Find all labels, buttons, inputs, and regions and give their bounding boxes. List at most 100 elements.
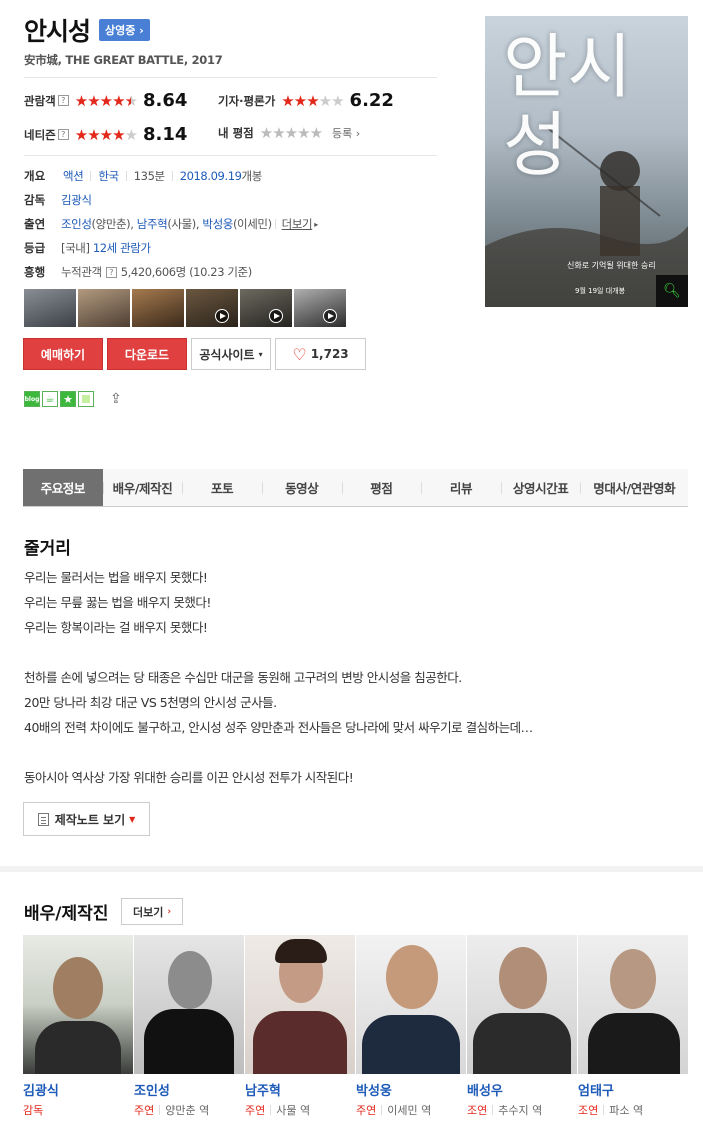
production-note-button[interactable]: 제작노트 보기 ▼ — [23, 802, 150, 836]
cast-more-link[interactable]: 더보기 — [282, 216, 313, 232]
genre-link[interactable]: 액션 — [63, 168, 84, 184]
person-photo[interactable] — [23, 935, 133, 1074]
info-key: 흥행 — [24, 265, 46, 279]
tab-review[interactable]: 리뷰 — [421, 469, 501, 506]
person-photo[interactable] — [578, 935, 688, 1074]
star-icon: ★ — [99, 125, 113, 144]
still-thumbnail[interactable] — [132, 289, 184, 327]
person-name[interactable]: 남주혁 — [245, 1080, 356, 1099]
synopsis-line: 20만 당나라 최강 대군 VS 5천명의 안시성 군사들. — [24, 695, 277, 710]
heart-icon: ♡ — [292, 344, 307, 364]
reserve-button[interactable]: 예매하기 — [23, 338, 103, 370]
director-link[interactable]: 김광식 — [61, 192, 92, 208]
person-name[interactable]: 조인성 — [134, 1080, 245, 1099]
title-row: 안시성 상영중 › — [24, 12, 150, 48]
play-icon — [215, 309, 229, 323]
synopsis-line: 우리는 무릎 꿇는 법을 배우지 못했다! — [24, 595, 211, 610]
grade-link[interactable]: 12세 관람가 — [93, 240, 151, 256]
tab-photo[interactable]: 포토 — [182, 469, 262, 506]
memo-icon[interactable] — [78, 391, 94, 407]
synopsis-line: 40배의 전력 차이에도 불구하고, 안시성 성주 양만춘과 전사들은 당나라에… — [24, 720, 533, 735]
video-thumbnail[interactable] — [186, 289, 238, 327]
cast-card[interactable]: 박성웅 주연 이세민 역 — [356, 935, 467, 1118]
movie-poster[interactable]: 안시성 신화로 기억될 위대한 승리 9월 19일 대개봉 🔍︎ — [485, 16, 688, 307]
star-icon: ★ — [87, 125, 100, 144]
person-photo[interactable] — [467, 935, 577, 1074]
tab-cast-crew[interactable]: 배우/제작진 — [102, 469, 183, 506]
info-director: 감독 김광식 — [24, 188, 318, 212]
synopsis-line: 동아시아 역사상 가장 위대한 승리를 이끈 안시성 전투가 시작된다! — [24, 770, 354, 785]
cafe-icon[interactable]: ☕ — [42, 391, 58, 407]
cast-link[interactable]: 조인성 — [61, 216, 92, 232]
star-icon: ★ — [318, 91, 332, 110]
info-key: 개요 — [24, 169, 46, 183]
grade-prefix: [국내] — [61, 241, 90, 255]
tab-quotes-related[interactable]: 명대사/연관영화 — [580, 469, 688, 506]
critic-score: 6.22 — [349, 90, 394, 111]
person-photo[interactable] — [134, 935, 244, 1074]
star-icon: ★ — [99, 91, 113, 110]
audience-score: 8.64 — [143, 90, 188, 111]
tab-main-info[interactable]: 주요정보 — [23, 469, 103, 506]
video-thumbnail[interactable] — [294, 289, 346, 327]
movie-info: 개요 액션 한국 135분 2018.09.19 개봉 감독 김광식 출연 조인… — [24, 164, 318, 284]
synopsis-line — [24, 740, 533, 765]
person-photo[interactable] — [245, 935, 355, 1074]
tab-rating[interactable]: 평점 — [341, 469, 422, 506]
cast-more-button[interactable]: 더보기 › — [121, 898, 183, 925]
like-button[interactable]: ♡ 1,723 — [275, 338, 366, 370]
cast-card[interactable]: 엄태구 조연 파소 역 — [578, 935, 689, 1118]
critic-rating-label: 기자·평론가 — [218, 93, 276, 108]
person-name[interactable]: 김광식 — [23, 1080, 134, 1099]
cast-link[interactable]: 남주혁 — [137, 216, 168, 232]
info-boxoffice: 흥행 누적관객 ? 5,420,606명 (10.23 기준) — [24, 260, 318, 284]
cast-link[interactable]: 박성웅 — [202, 216, 233, 232]
person-photo[interactable] — [356, 935, 466, 1074]
cast-card[interactable]: 배성우 조연 추수지 역 — [467, 935, 578, 1118]
netizen-stars: ★ ★ ★ ★ ★ — [75, 125, 138, 144]
official-site-button[interactable]: 공식사이트 ▾ — [191, 338, 271, 370]
still-thumbnail[interactable] — [78, 289, 130, 327]
info-key: 출연 — [24, 217, 46, 231]
help-icon[interactable]: ? — [57, 129, 69, 140]
blog-icon[interactable]: blog — [24, 391, 40, 407]
download-button[interactable]: 다운로드 — [107, 338, 187, 370]
cast-role-text: (이세민) — [232, 217, 272, 231]
netizen-score: 8.14 — [143, 124, 188, 145]
person-name[interactable]: 엄태구 — [578, 1080, 689, 1099]
cast-card[interactable]: 남주혁 주연 사물 역 — [245, 935, 356, 1118]
tab-showtimes[interactable]: 상영시간표 — [500, 469, 581, 506]
my-rating: 내 평점 ★ ★ ★ ★ ★ 등록 › — [218, 124, 360, 142]
still-thumbnail[interactable] — [24, 289, 76, 327]
cast-card[interactable]: 김광식 감독 — [23, 935, 134, 1118]
country-link[interactable]: 한국 — [98, 168, 119, 184]
star-icon: ★ — [87, 91, 100, 110]
release-date-link[interactable]: 2018.09.19 — [180, 169, 242, 183]
critic-stars: ★ ★ ★ ★ ★ — [281, 91, 344, 110]
like-count: 1,723 — [310, 347, 349, 361]
synopsis-title: 줄거리 — [24, 539, 71, 559]
person-character: 사물 역 — [276, 1104, 311, 1117]
cast-role-text: (사물) — [167, 217, 196, 231]
play-icon — [323, 309, 337, 323]
person-name[interactable]: 배성우 — [467, 1080, 578, 1099]
tab-video[interactable]: 동영상 — [261, 469, 342, 506]
person-name[interactable]: 박성웅 — [356, 1080, 467, 1099]
status-badge[interactable]: 상영중 › — [99, 19, 150, 41]
help-icon[interactable]: ? — [105, 266, 117, 278]
help-icon[interactable]: ? — [57, 95, 69, 106]
runtime: 135분 — [133, 169, 165, 183]
my-stars[interactable]: ★ ★ ★ ★ ★ — [260, 124, 323, 142]
share-icon[interactable]: ⇪ — [110, 391, 122, 407]
movie-subtitle: 安市城, THE GREAT BATTLE, 2017 — [24, 53, 223, 67]
divider-line — [24, 155, 437, 156]
bookmark-star-icon[interactable]: ★ — [60, 391, 76, 407]
synopsis-line: 우리는 항복이라는 걸 배우지 못했다! — [24, 620, 208, 635]
register-rating-link[interactable]: 등록 › — [332, 125, 360, 141]
zoom-icon[interactable]: 🔍︎ — [656, 275, 688, 307]
cast-card[interactable]: 조인성 주연 양만춘 역 — [134, 935, 245, 1118]
audience-rating: 관람객 ? ★ ★ ★ ★ ★ 8.64 — [24, 90, 187, 111]
cast-role-text: (양만춘) — [91, 217, 131, 231]
cast-section-title: 배우/제작진 — [24, 904, 109, 924]
video-thumbnail[interactable] — [240, 289, 292, 327]
